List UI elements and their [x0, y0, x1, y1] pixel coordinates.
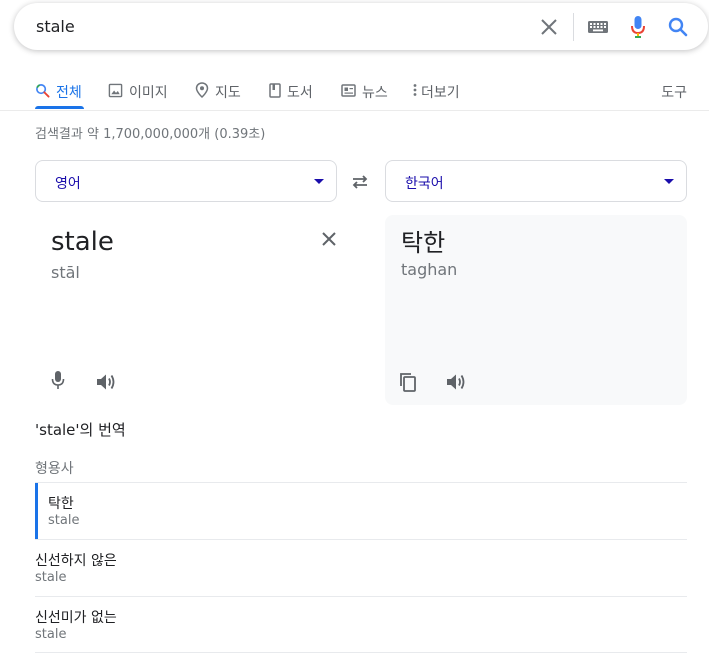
source-panel: stale stāl [35, 215, 337, 405]
close-icon[interactable] [537, 15, 561, 39]
search-icon[interactable] [666, 15, 690, 39]
translation-word: 신선하지 않은 [35, 553, 117, 569]
translation-row[interactable]: 신선하지 않은 stale [35, 539, 687, 596]
translation-row[interactable]: 신선미가 없는 stale [35, 596, 687, 653]
close-icon[interactable] [317, 227, 341, 251]
more-vert-icon [413, 83, 417, 101]
tab-news[interactable]: 뉴스 [341, 78, 388, 106]
result-stats: 검색결과 약 1,700,000,000개 (0.39초) [35, 127, 266, 142]
source-language-select[interactable]: 영어 [35, 160, 337, 202]
tools-button[interactable]: 도구 [661, 78, 687, 106]
swap-languages-icon[interactable] [348, 170, 372, 194]
source-language-label: 영어 [55, 176, 81, 192]
speaker-icon[interactable] [94, 370, 118, 394]
chevron-down-icon [314, 179, 324, 184]
search-tabs: 전체 이미지 지도 도서 뉴스 더보기 도구 [0, 70, 709, 110]
tab-label: 이미지 [129, 85, 168, 101]
translation-word: 탁한 [48, 496, 74, 512]
search-divider [573, 13, 574, 41]
tab-images[interactable]: 이미지 [108, 78, 168, 106]
tab-label: 뉴스 [362, 85, 388, 101]
tab-books[interactable]: 도서 [269, 78, 313, 106]
tab-label: 전체 [56, 85, 82, 101]
keyboard-icon[interactable] [586, 15, 610, 39]
tab-more[interactable]: 더보기 [413, 78, 460, 106]
map-pin-icon [195, 82, 209, 102]
book-icon [269, 82, 281, 102]
translation-source: stale [48, 513, 80, 528]
copy-icon[interactable] [396, 370, 420, 394]
target-panel: 탁한 taghan [385, 215, 687, 405]
target-text: 탁한 [401, 229, 446, 257]
search-input[interactable]: stale [36, 17, 75, 36]
search-icon [35, 83, 50, 102]
translation-row[interactable]: 탁한 stale [35, 482, 687, 539]
tab-label: 더보기 [421, 85, 460, 101]
search-bar: stale [14, 3, 708, 50]
active-tab-indicator [35, 106, 84, 109]
translation-source: stale [35, 570, 67, 585]
target-transliteration: taghan [401, 260, 458, 279]
tab-maps[interactable]: 지도 [195, 78, 241, 106]
speaker-icon[interactable] [444, 370, 468, 394]
mic-icon[interactable] [626, 15, 650, 39]
target-language-label: 한국어 [405, 176, 444, 192]
translation-source: stale [35, 627, 67, 642]
news-icon [341, 83, 356, 101]
translations-heading: 'stale'의 번역 [35, 421, 126, 439]
chevron-down-icon [664, 179, 674, 184]
source-transliteration: stāl [51, 263, 80, 282]
tab-label: 도서 [287, 85, 313, 101]
image-icon [108, 83, 123, 102]
tab-label: 지도 [215, 85, 241, 101]
tabs-divider [0, 110, 709, 111]
source-text[interactable]: stale [51, 227, 114, 257]
part-of-speech-label: 형용사 [35, 461, 74, 477]
tab-all[interactable]: 전체 [35, 78, 82, 106]
translation-word: 신선미가 없는 [35, 610, 117, 626]
target-language-select[interactable]: 한국어 [385, 160, 687, 202]
mic-icon[interactable] [46, 368, 70, 392]
